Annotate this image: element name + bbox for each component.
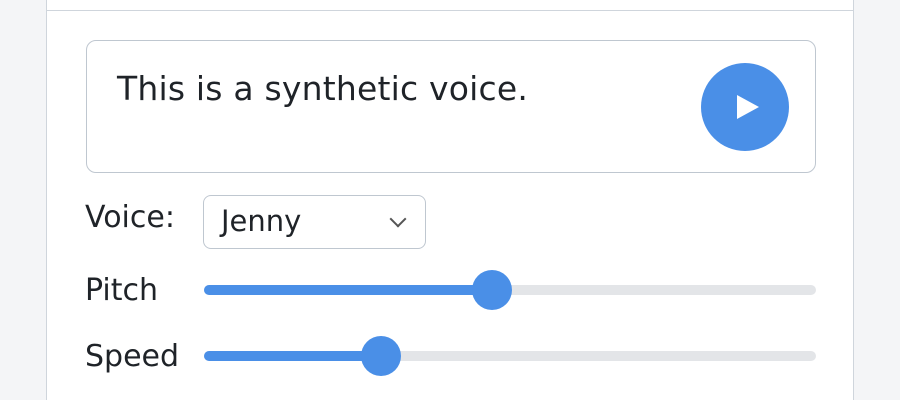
play-button[interactable] [701, 63, 789, 151]
speed-slider-thumb[interactable] [361, 336, 402, 376]
text-input-box[interactable]: This is a synthetic voice. [86, 40, 816, 173]
panel-divider [47, 10, 853, 11]
tts-panel: This is a synthetic voice. Voice: Jenny … [46, 0, 854, 400]
tts-text[interactable]: This is a synthetic voice. [117, 69, 528, 108]
voice-label: Voice: [85, 200, 175, 235]
chevron-down-icon [389, 210, 407, 228]
voice-select[interactable]: Jenny [203, 195, 426, 249]
pitch-slider-fill [204, 285, 492, 295]
speed-label: Speed [85, 339, 180, 374]
pitch-slider-thumb[interactable] [471, 270, 512, 310]
pitch-slider[interactable] [204, 270, 816, 310]
speed-slider[interactable] [204, 336, 816, 376]
speed-slider-fill [204, 351, 382, 361]
play-icon [737, 95, 759, 119]
pitch-label: Pitch [85, 273, 159, 308]
voice-select-value: Jenny [221, 204, 302, 238]
